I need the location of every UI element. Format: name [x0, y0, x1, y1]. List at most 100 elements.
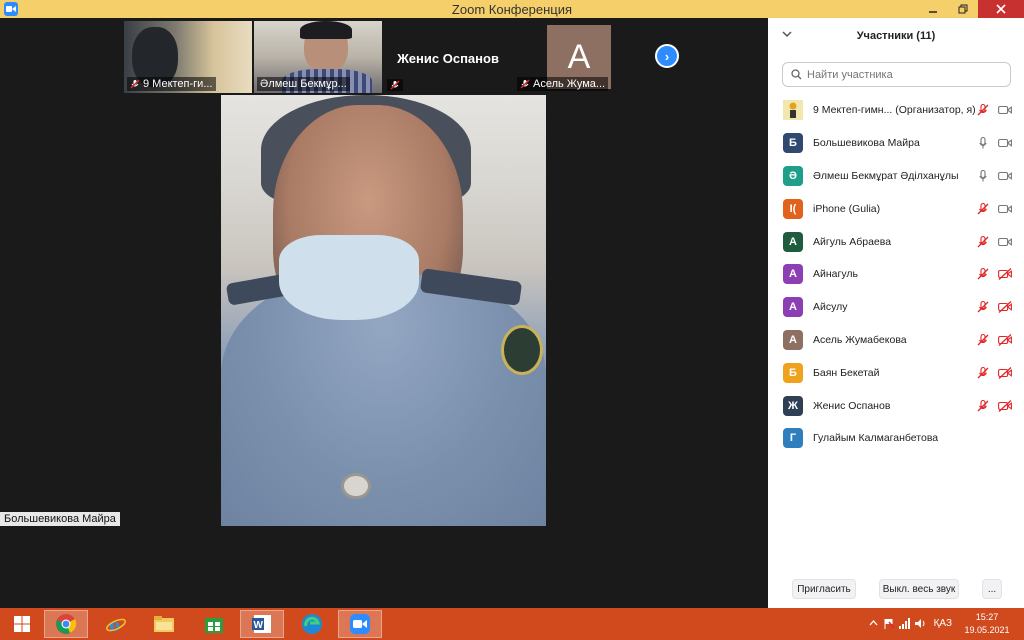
participant-name: Әлмеш Бекмұрат Әділханұлы	[813, 169, 959, 182]
participant-row[interactable]: А Айсулу	[768, 291, 1024, 324]
participants-panel: Участники (11) 9 Мектеп-гимн... (Организ…	[768, 18, 1024, 608]
camera-icon[interactable]	[998, 170, 1012, 182]
restore-button[interactable]	[948, 0, 978, 18]
participant-row[interactable]: А Асель Жумабекова	[768, 324, 1024, 357]
taskbar-explorer[interactable]	[142, 610, 186, 638]
thumbnail-name: Женис Оспанов	[397, 51, 499, 66]
store-icon	[205, 618, 223, 633]
taskbar: e W ҚАЗ 15:27 19.05.2021	[0, 608, 1024, 640]
mic-muted-icon	[390, 80, 400, 90]
more-button[interactable]: ...	[982, 579, 1002, 599]
video-thumbnail[interactable]: Женис Оспанов	[384, 21, 512, 93]
watch	[341, 473, 371, 499]
participant-name: Айнагуль	[813, 268, 858, 281]
chevron-right-icon: ›	[664, 48, 670, 64]
face-mask	[279, 235, 419, 320]
taskbar-ie[interactable]: e	[94, 610, 138, 638]
chrome-icon	[56, 614, 77, 634]
main-video[interactable]	[221, 95, 546, 526]
camera-icon[interactable]	[998, 104, 1012, 116]
badge	[501, 325, 543, 375]
avatar	[783, 100, 803, 121]
panel-footer: Пригласить Выкл. весь звук ...	[768, 576, 1024, 602]
participant-row[interactable]: Г Гулайым Калмаганбетова	[768, 422, 1024, 455]
start-button[interactable]	[0, 610, 44, 638]
mic-muted-icon[interactable]	[976, 202, 990, 215]
participant-row[interactable]: Б Большевикова Майра	[768, 127, 1024, 160]
video-area: 9 Мектеп-ги... Әлмеш Бекмұр... Женис Осп…	[0, 18, 768, 608]
mic-muted-icon	[520, 79, 530, 89]
microphone-icon[interactable]	[976, 137, 990, 149]
participant-name: Айсулу	[813, 301, 848, 314]
thumbnail-label: 9 Мектеп-ги...	[127, 77, 216, 91]
camera-icon[interactable]	[998, 203, 1012, 215]
avatar: Ж	[783, 395, 803, 416]
zoom-icon	[350, 614, 370, 634]
video-thumbnail[interactable]: А Асель Жума...	[514, 21, 642, 93]
mute-all-button[interactable]: Выкл. весь звук	[879, 579, 959, 599]
participant-row[interactable]: А Айнагуль	[768, 258, 1024, 291]
next-page-button[interactable]: ›	[655, 44, 679, 68]
svg-text:W: W	[254, 620, 264, 631]
minimize-button[interactable]	[918, 0, 948, 18]
participant-row[interactable]: I(iPhone (Gulia)	[768, 192, 1024, 225]
svg-text:e: e	[109, 615, 120, 635]
participant-row[interactable]: А Айгуль Абраева	[768, 225, 1024, 258]
search-input[interactable]	[807, 68, 997, 81]
participant-name: Женис Оспанов	[813, 399, 891, 412]
thumbnail-label	[387, 79, 403, 91]
mic-muted-icon[interactable]	[976, 333, 990, 346]
taskbar-edge[interactable]	[290, 610, 334, 638]
camera-off-icon[interactable]	[998, 268, 1012, 281]
chevron-down-icon[interactable]	[782, 30, 792, 41]
camera-icon[interactable]	[998, 236, 1012, 248]
mic-muted-icon[interactable]	[976, 366, 990, 379]
participant-row[interactable]: 9 Мектеп-гимн... (Организатор, я)	[768, 94, 1024, 127]
panel-header: Участники (11)	[768, 18, 1024, 54]
microphone-icon[interactable]	[976, 169, 990, 182]
network-icon[interactable]	[899, 618, 910, 632]
title-bar: Zoom Конференция	[0, 0, 1024, 18]
video-thumbnail[interactable]: 9 Мектеп-ги...	[124, 21, 252, 93]
window-title: Zoom Конференция	[451, 1, 573, 17]
flag-icon[interactable]	[884, 618, 895, 632]
mic-muted-icon[interactable]	[976, 268, 990, 280]
participant-row[interactable]: Б Баян Бекетай	[768, 356, 1024, 389]
mic-muted-icon[interactable]	[976, 301, 990, 313]
camera-off-icon[interactable]	[998, 301, 1012, 314]
avatar: А	[783, 231, 803, 252]
chevron-up-icon[interactable]	[869, 618, 878, 629]
video-thumbnail[interactable]: Әлмеш Бекмұр...	[254, 21, 382, 93]
avatar: Г	[783, 428, 803, 449]
taskbar-zoom[interactable]	[338, 610, 382, 638]
camera-icon[interactable]	[998, 137, 1012, 149]
internet-explorer-icon: e	[106, 615, 126, 635]
camera-off-icon[interactable]	[998, 366, 1012, 379]
participant-row[interactable]: Ж Женис Оспанов	[768, 389, 1024, 422]
taskbar-store[interactable]	[192, 610, 236, 638]
taskbar-chrome[interactable]	[44, 610, 88, 638]
close-button[interactable]	[978, 0, 1024, 18]
avatar: Ә	[783, 165, 803, 186]
invite-button[interactable]: Пригласить	[792, 579, 856, 599]
search-icon	[791, 69, 802, 80]
mic-muted-icon[interactable]	[976, 104, 990, 116]
volume-icon[interactable]	[915, 618, 926, 632]
participant-row[interactable]: Ә Әлмеш Бекмұрат Әділханұлы	[768, 160, 1024, 193]
taskbar-word[interactable]: W	[240, 610, 284, 638]
participant-name: iPhone (Gulia)	[813, 202, 881, 215]
participant-search[interactable]	[782, 62, 1011, 87]
speaker-name-label: Большевикова Майра	[0, 512, 120, 526]
mic-muted-icon[interactable]	[976, 235, 990, 248]
camera-off-icon[interactable]	[998, 333, 1012, 346]
windows-icon	[14, 616, 30, 632]
camera-off-icon[interactable]	[998, 399, 1012, 412]
language-indicator[interactable]: ҚАЗ	[934, 618, 952, 629]
avatar: А	[783, 264, 803, 285]
mic-muted-icon[interactable]	[976, 399, 990, 412]
panel-title: Участники (11)	[856, 30, 936, 42]
folder-icon	[154, 616, 174, 632]
clock[interactable]: 15:27 19.05.2021	[960, 611, 1014, 637]
participant-name: Айгуль Абраева	[813, 235, 892, 248]
thumbnail-label: Асель Жума...	[517, 77, 609, 91]
